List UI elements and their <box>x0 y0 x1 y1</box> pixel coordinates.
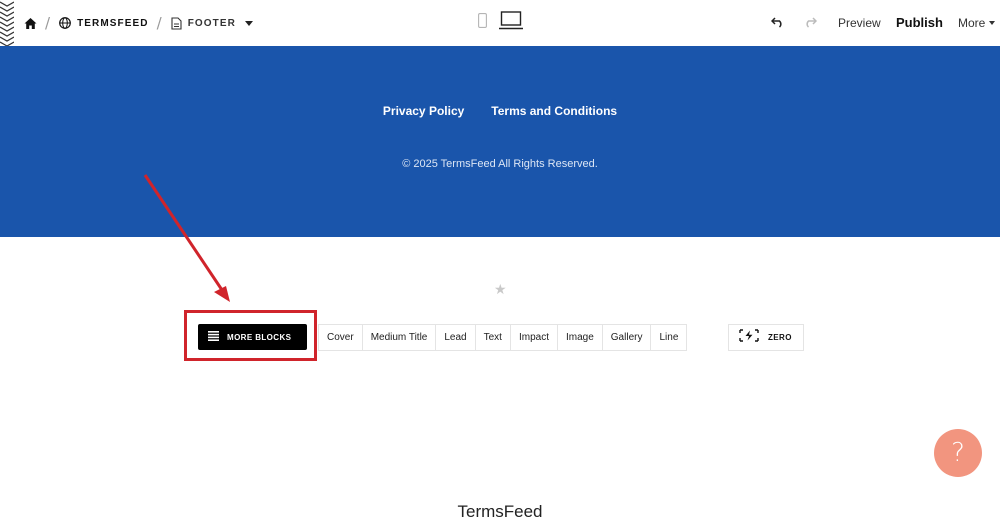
footer-links: Privacy Policy Terms and Conditions <box>0 104 1000 118</box>
zero-label: ZERO <box>768 333 792 342</box>
block-tab-lead[interactable]: Lead <box>436 325 476 350</box>
page-icon <box>171 16 182 30</box>
more-menu-button[interactable]: More <box>958 16 996 30</box>
block-tab-medium-title[interactable]: Medium Title <box>363 325 437 350</box>
home-icon[interactable] <box>24 17 37 30</box>
publish-button[interactable]: Publish <box>896 15 943 30</box>
breadcrumb: / TERMSFEED / FOOTER <box>24 0 253 46</box>
watermark-caption: TermsFeed <box>457 502 543 521</box>
chevron-down-icon <box>989 21 996 25</box>
globe-icon <box>59 17 71 29</box>
editor-toolbar: / TERMSFEED / FOOTER Preview Publish Mor… <box>0 0 1000 46</box>
breadcrumb-site[interactable]: TERMSFEED <box>77 18 149 29</box>
copyright-text: © 2025 TermsFeed All Rights Reserved. <box>402 158 598 170</box>
breadcrumb-separator: / <box>156 14 162 32</box>
zero-bolt-icon <box>739 328 759 347</box>
breadcrumb-separator: / <box>45 14 51 32</box>
redo-icon[interactable] <box>803 15 818 33</box>
terms-and-conditions-link[interactable]: Terms and Conditions <box>491 104 617 118</box>
block-tab-cover[interactable]: Cover <box>319 325 363 350</box>
laptop-icon[interactable] <box>499 11 523 35</box>
breadcrumb-page[interactable]: FOOTER <box>188 18 236 29</box>
more-blocks-button[interactable]: MORE BLOCKS <box>198 324 307 350</box>
preview-button[interactable]: Preview <box>838 16 881 30</box>
block-type-tabs: Cover Medium Title Lead Text Impact Imag… <box>318 324 688 351</box>
zero-block-button[interactable]: ZERO <box>728 324 804 351</box>
list-icon <box>208 328 219 346</box>
mobile-icon[interactable] <box>478 13 487 33</box>
more-label: More <box>958 16 986 30</box>
star-icon: ★ <box>494 281 507 297</box>
block-tab-text[interactable]: Text <box>476 325 511 350</box>
privacy-policy-link[interactable]: Privacy Policy <box>383 104 464 118</box>
block-tab-impact[interactable]: Impact <box>511 325 558 350</box>
chevron-down-icon[interactable] <box>244 20 253 26</box>
zigzag-edge-decoration <box>0 1 14 46</box>
block-tab-image[interactable]: Image <box>558 325 603 350</box>
device-switcher <box>478 11 523 35</box>
block-tab-line[interactable]: Line <box>651 325 686 350</box>
undo-icon[interactable] <box>770 15 785 33</box>
footer-block[interactable]: Privacy Policy Terms and Conditions © 20… <box>0 46 1000 237</box>
block-tab-gallery[interactable]: Gallery <box>603 325 652 350</box>
more-blocks-label: MORE BLOCKS <box>227 332 292 342</box>
help-button[interactable]: ? <box>934 429 982 477</box>
